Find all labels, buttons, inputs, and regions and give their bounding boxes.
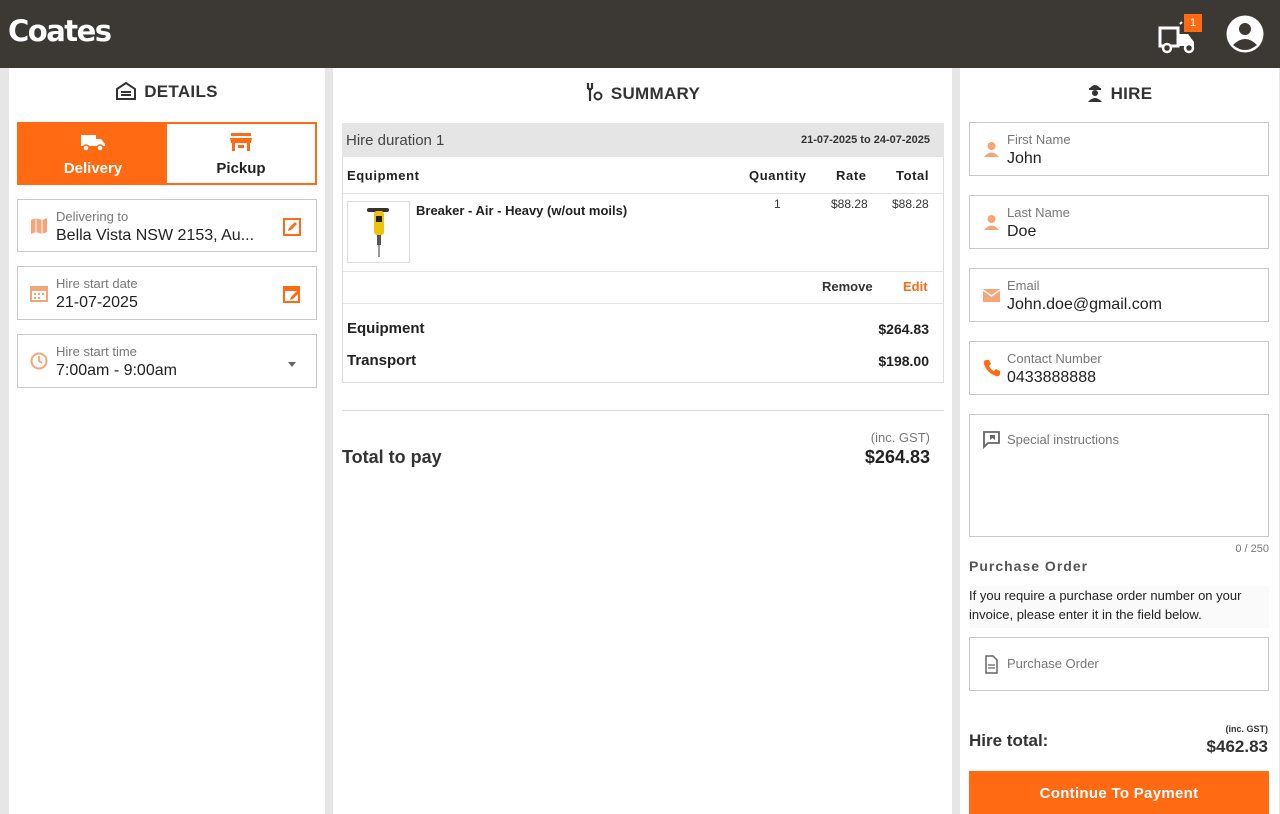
delivery-button[interactable]: Delivery — [19, 124, 167, 183]
store-icon — [230, 133, 252, 151]
delivering-to-field[interactable]: Delivering to Bella Vista NSW 2153, Au..… — [17, 199, 317, 252]
mail-icon — [982, 289, 1001, 302]
pickup-button[interactable]: Pickup — [167, 124, 315, 183]
hire-duration-title: Hire duration 1 — [346, 132, 445, 149]
email-label: Email — [1007, 278, 1040, 293]
continue-to-payment-button[interactable]: Continue To Payment — [969, 771, 1269, 814]
hire-start-time-select[interactable]: Hire start time 7:00am - 9:00am — [17, 334, 317, 388]
hire-start-time-label: Hire start time — [56, 344, 137, 359]
remove-button[interactable]: Remove — [822, 279, 873, 294]
warehouse-icon — [116, 81, 137, 100]
person-icon — [984, 142, 999, 157]
transport-value: $198.00 — [878, 353, 929, 369]
purchase-order-description: If you require a purchase order number o… — [969, 586, 1269, 628]
calendar-icon — [30, 286, 48, 302]
delivery-mode-toggle: Delivery Pickup — [17, 122, 317, 185]
equipment-total: $88.28 — [892, 197, 929, 211]
total-gst-note: (inc. GST) — [870, 430, 930, 445]
email-value: John.doe@gmail.com — [1007, 296, 1162, 313]
special-instructions-placeholder: Special instructions — [1007, 432, 1119, 447]
row-divider — [343, 193, 943, 194]
details-heading: DETAILS — [9, 81, 325, 102]
person-icon — [984, 215, 999, 230]
cart-button[interactable]: 1 — [1158, 14, 1204, 54]
pickup-label: Pickup — [216, 160, 266, 177]
last-name-value: Doe — [1007, 223, 1037, 240]
cart-count-badge: 1 — [1184, 14, 1202, 32]
col-header-equipment: Equipment — [347, 168, 420, 183]
delivery-label: Delivery — [63, 160, 123, 177]
delivery-truck-icon — [81, 135, 105, 152]
equipment-quantity: 1 — [774, 197, 781, 211]
hire-duration-bar: Hire duration 1 21-07-2025 to 24-07-2025 — [342, 123, 944, 157]
summary-title: SUMMARY — [610, 84, 701, 103]
hire-start-date-label: Hire start date — [56, 276, 138, 291]
hire-total-gst-note: (inc. GST) — [1225, 724, 1269, 734]
equipment-rate: $88.28 — [831, 197, 868, 211]
comment-icon — [983, 431, 1000, 449]
hire-heading: HIRE — [960, 82, 1279, 104]
calendar-edit-icon[interactable] — [282, 284, 302, 304]
worker-icon — [1087, 85, 1102, 102]
equipment-image — [347, 201, 410, 263]
row-divider — [343, 271, 943, 272]
equipment-name: Breaker - Air - Heavy (w/out moils) — [416, 203, 628, 218]
hire-title: HIRE — [1110, 84, 1153, 103]
hire-start-date-field[interactable]: Hire start date 21-07-2025 — [17, 266, 317, 320]
chevron-down-icon — [288, 362, 296, 367]
transport-label: Transport — [347, 352, 417, 369]
hire-start-time-value: 7:00am - 9:00am — [56, 362, 177, 379]
total-to-pay-value: $264.83 — [864, 447, 930, 467]
purchase-order-field[interactable]: Purchase Order — [969, 637, 1269, 691]
account-icon — [1226, 15, 1264, 53]
delivering-to-value: Bella Vista NSW 2153, Au... — [56, 227, 255, 244]
email-field[interactable]: Email John.doe@gmail.com — [969, 268, 1269, 322]
summary-panel: SUMMARY Hire duration 1 21-07-2025 to 24… — [333, 68, 952, 814]
total-to-pay-label: Total to pay — [342, 447, 442, 467]
special-instructions-textarea[interactable]: Special instructions — [969, 414, 1269, 537]
phone-icon — [983, 360, 1000, 377]
top-bar: Coates 1 — [0, 0, 1280, 68]
character-counter: 0 / 250 — [1235, 543, 1269, 555]
last-name-label: Last Name — [1007, 205, 1070, 220]
hire-total-label: Hire total: — [969, 731, 1049, 750]
contact-number-field[interactable]: Contact Number 0433888888 — [969, 341, 1269, 395]
summary-heading: SUMMARY — [333, 82, 952, 104]
document-icon — [985, 655, 998, 674]
first-name-field[interactable]: First Name John — [969, 122, 1269, 176]
col-header-quantity: Quantity — [749, 168, 807, 183]
edit-button[interactable]: Edit — [903, 279, 928, 294]
breaker-icon — [367, 208, 389, 257]
col-header-rate: Rate — [836, 168, 867, 183]
purchase-order-heading: Purchase Order — [969, 558, 1089, 574]
account-button[interactable] — [1226, 15, 1264, 53]
col-header-total: Total — [896, 168, 930, 183]
details-panel: DETAILS Delivery Pickup Delivering to Be… — [9, 68, 325, 814]
map-icon — [31, 218, 47, 234]
contact-number-value: 0433888888 — [1007, 369, 1096, 386]
row-divider — [343, 303, 943, 304]
purchase-order-placeholder: Purchase Order — [1007, 656, 1099, 671]
clock-icon — [30, 352, 48, 370]
contact-number-label: Contact Number — [1007, 351, 1102, 366]
hire-start-date-value: 21-07-2025 — [56, 294, 138, 311]
equipment-table: Equipment Quantity Rate Total Breaker - … — [342, 157, 944, 383]
equipment-subtotal-label: Equipment — [347, 320, 425, 337]
details-title: DETAILS — [144, 82, 218, 101]
hire-panel: HIRE First Name John Last Name Doe Email… — [960, 68, 1279, 814]
hire-duration-dates: 21-07-2025 to 24-07-2025 — [800, 134, 930, 146]
last-name-field[interactable]: Last Name Doe — [969, 195, 1269, 249]
hire-total-value: $462.83 — [1206, 737, 1268, 756]
first-name-value: John — [1007, 150, 1042, 167]
coates-logo[interactable]: Coates — [8, 14, 112, 48]
total-divider — [342, 410, 944, 411]
delivering-to-label: Delivering to — [56, 209, 129, 224]
edit-icon[interactable] — [282, 217, 302, 237]
tools-icon — [586, 83, 603, 101]
equipment-subtotal-value: $264.83 — [878, 321, 929, 337]
first-name-label: First Name — [1007, 132, 1071, 147]
